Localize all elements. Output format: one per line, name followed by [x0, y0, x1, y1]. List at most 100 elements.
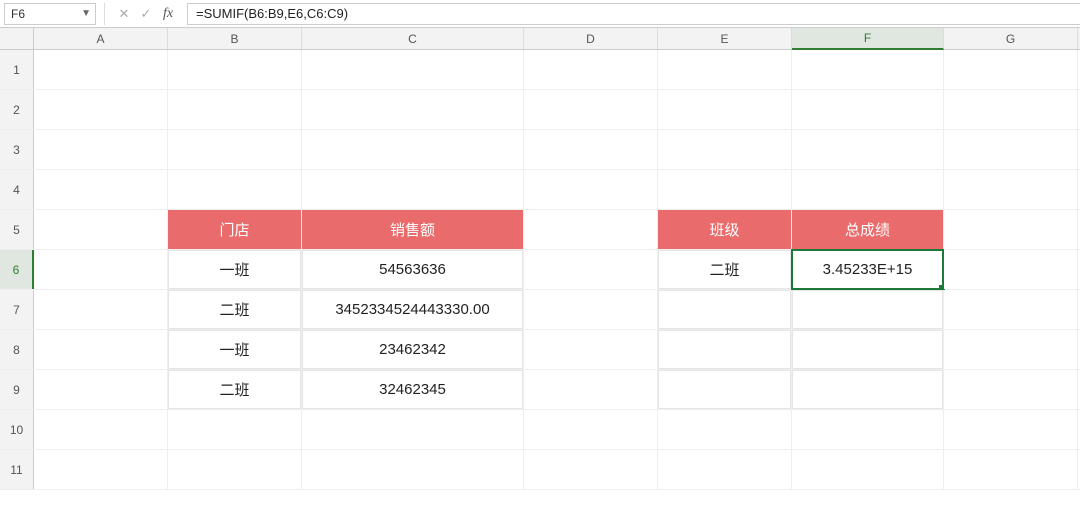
cell-F6[interactable]: 3.45233E+15 [792, 250, 944, 289]
row-header-10[interactable]: 10 [0, 410, 34, 449]
cell-B3[interactable] [168, 130, 302, 169]
cell-F9[interactable] [792, 370, 944, 409]
cell-A8[interactable] [34, 330, 168, 369]
row-header-3[interactable]: 3 [0, 130, 34, 169]
cell-G2[interactable] [944, 90, 1078, 129]
cell-D5[interactable] [524, 210, 658, 249]
cell-A9[interactable] [34, 370, 168, 409]
cell-C5[interactable]: 销售额 [302, 210, 524, 249]
cell-D3[interactable] [524, 130, 658, 169]
cell-G10[interactable] [944, 410, 1078, 449]
cell-E5[interactable]: 班级 [658, 210, 792, 249]
cell-C2[interactable] [302, 90, 524, 129]
cell-C9[interactable]: 32462345 [302, 370, 524, 409]
cell-D7[interactable] [524, 290, 658, 329]
cell-E7[interactable] [658, 290, 792, 329]
cancel-icon[interactable]: ✕ [113, 3, 135, 25]
cell-G7[interactable] [944, 290, 1078, 329]
cell-A4[interactable] [34, 170, 168, 209]
cell-G11[interactable] [944, 450, 1078, 489]
cell-E1[interactable] [658, 50, 792, 89]
row-header-6[interactable]: 6 [0, 250, 34, 289]
cell-C4[interactable] [302, 170, 524, 209]
cell-A7[interactable] [34, 290, 168, 329]
cell-D11[interactable] [524, 450, 658, 489]
cell-B6[interactable]: 一班 [168, 250, 302, 289]
cell-E10[interactable] [658, 410, 792, 449]
name-box[interactable]: F6 ▼ [4, 3, 96, 25]
cell-B7[interactable]: 二班 [168, 290, 302, 329]
cell-B8[interactable]: 一班 [168, 330, 302, 369]
cell-A6[interactable] [34, 250, 168, 289]
cell-D1[interactable] [524, 50, 658, 89]
col-header-C[interactable]: C [302, 28, 524, 49]
cell-F4[interactable] [792, 170, 944, 209]
cell-B1[interactable] [168, 50, 302, 89]
row-header-2[interactable]: 2 [0, 90, 34, 129]
row-header-5[interactable]: 5 [0, 210, 34, 249]
cell-B9[interactable]: 二班 [168, 370, 302, 409]
formula-input[interactable]: =SUMIF(B6:B9,E6,C6:C9) [187, 3, 1080, 25]
cell-G3[interactable] [944, 130, 1078, 169]
col-header-A[interactable]: A [34, 28, 168, 49]
cell-E4[interactable] [658, 170, 792, 209]
cell-F5[interactable]: 总成绩 [792, 210, 944, 249]
row-header-8[interactable]: 8 [0, 330, 34, 369]
cell-C7[interactable]: 3452334524443330.00 [302, 290, 524, 329]
cell-D8[interactable] [524, 330, 658, 369]
cell-G4[interactable] [944, 170, 1078, 209]
cell-G9[interactable] [944, 370, 1078, 409]
fx-icon[interactable]: fx [157, 3, 179, 25]
cell-E8[interactable] [658, 330, 792, 369]
cell-F8[interactable] [792, 330, 944, 369]
cell-F10[interactable] [792, 410, 944, 449]
cell-C6[interactable]: 54563636 [302, 250, 524, 289]
row-header-1[interactable]: 1 [0, 50, 34, 89]
col-header-B[interactable]: B [168, 28, 302, 49]
cell-F2[interactable] [792, 90, 944, 129]
cell-E2[interactable] [658, 90, 792, 129]
cell-F1[interactable] [792, 50, 944, 89]
cell-B10[interactable] [168, 410, 302, 449]
cell-G8[interactable] [944, 330, 1078, 369]
cell-C1[interactable] [302, 50, 524, 89]
cell-C10[interactable] [302, 410, 524, 449]
cell-E6[interactable]: 二班 [658, 250, 792, 289]
cell-B11[interactable] [168, 450, 302, 489]
cell-G6[interactable] [944, 250, 1078, 289]
cell-C8[interactable]: 23462342 [302, 330, 524, 369]
cell-F7[interactable] [792, 290, 944, 329]
cell-E3[interactable] [658, 130, 792, 169]
cell-B4[interactable] [168, 170, 302, 209]
cell-C3[interactable] [302, 130, 524, 169]
cell-E9[interactable] [658, 370, 792, 409]
col-header-F[interactable]: F [792, 28, 944, 50]
row-header-11[interactable]: 11 [0, 450, 34, 489]
row-header-9[interactable]: 9 [0, 370, 34, 409]
cell-F3[interactable] [792, 130, 944, 169]
row-header-4[interactable]: 4 [0, 170, 34, 209]
cell-A11[interactable] [34, 450, 168, 489]
cell-F11[interactable] [792, 450, 944, 489]
cell-G1[interactable] [944, 50, 1078, 89]
cell-G5[interactable] [944, 210, 1078, 249]
cell-C11[interactable] [302, 450, 524, 489]
col-header-E[interactable]: E [658, 28, 792, 49]
cell-B2[interactable] [168, 90, 302, 129]
row-header-7[interactable]: 7 [0, 290, 34, 329]
cell-D9[interactable] [524, 370, 658, 409]
cell-A5[interactable] [34, 210, 168, 249]
cell-E11[interactable] [658, 450, 792, 489]
cell-A10[interactable] [34, 410, 168, 449]
cell-D4[interactable] [524, 170, 658, 209]
cell-D6[interactable] [524, 250, 658, 289]
col-header-D[interactable]: D [524, 28, 658, 49]
confirm-icon[interactable]: ✓ [135, 3, 157, 25]
dropdown-icon[interactable]: ▼ [81, 8, 91, 19]
select-all-corner[interactable] [0, 28, 34, 49]
col-header-G[interactable]: G [944, 28, 1078, 49]
cell-B5[interactable]: 门店 [168, 210, 302, 249]
cell-D2[interactable] [524, 90, 658, 129]
cell-A1[interactable] [34, 50, 168, 89]
cell-A2[interactable] [34, 90, 168, 129]
